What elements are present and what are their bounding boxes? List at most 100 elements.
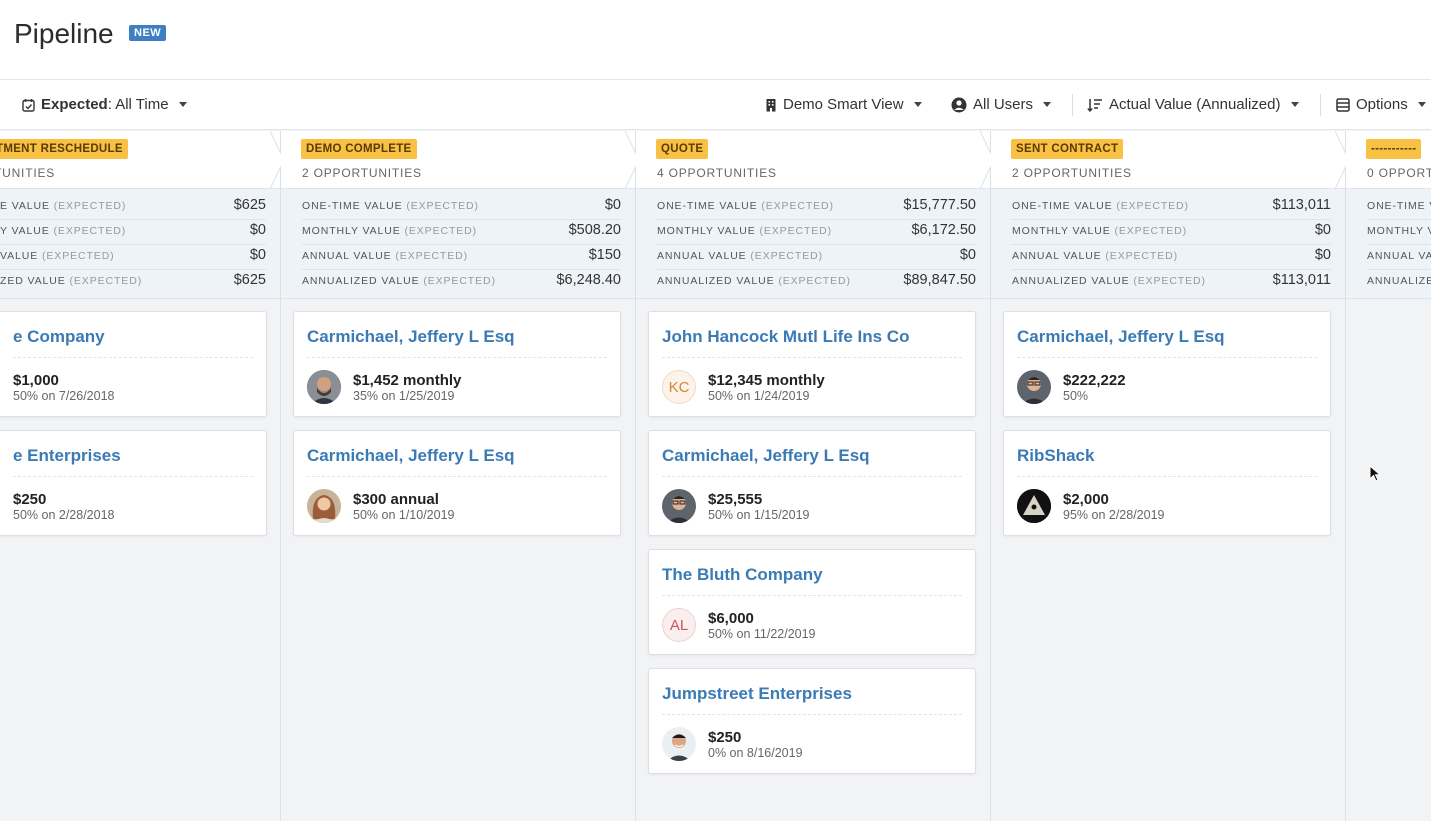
lead-name-link[interactable]: e Enterprises <box>13 446 121 466</box>
opportunity-confidence: 0% on 8/16/2019 <box>708 746 803 760</box>
opportunity-card[interactable]: Carmichael, Jeffery L Esq $300 annual 50… <box>293 430 621 536</box>
expected-value: : All Time <box>107 96 169 113</box>
opportunity-card[interactable]: Jumpstreet Enterprises $250 0% on 8/16/2… <box>648 668 976 774</box>
stage-badge[interactable]: SENT CONTRACT <box>1011 139 1124 159</box>
avatar <box>307 370 341 404</box>
opportunity-value: $250 <box>708 729 742 746</box>
chevron-down-icon <box>913 102 922 107</box>
users-label: All Users <box>973 96 1034 113</box>
opportunity-value: $6,000 <box>708 610 754 627</box>
pipeline-board: TMENT RESCHEDULE TUNITIES E VALUE (EXPEC… <box>0 131 1431 821</box>
toolbar-divider <box>1320 94 1321 116</box>
opportunity-card[interactable]: The Bluth Company AL $6,000 50% on 11/22… <box>648 549 976 655</box>
opportunity-card[interactable]: Carmichael, Jeffery L Esq $25,555 50% on… <box>648 430 976 536</box>
stage-summary: ONE-TIME VALUE (EXPECTED) $15,777.50 MONT… <box>636 189 990 299</box>
opportunity-confidence: 95% on 2/28/2019 <box>1063 508 1165 522</box>
opportunity-confidence: 50% on 2/28/2018 <box>13 508 115 522</box>
lead-name-link[interactable]: Carmichael, Jeffery L Esq <box>307 327 515 347</box>
smart-view-dropdown[interactable]: Demo Smart View <box>765 96 922 113</box>
stage-header: DEMO COMPLETE 2 OPPORTUNITIES <box>281 131 640 189</box>
opportunity-value: $222,222 <box>1063 372 1126 389</box>
opportunity-count: 0 OPPORT <box>1367 166 1431 180</box>
sort-label: Actual Value (Annualized) <box>1109 96 1281 113</box>
annual-value: $0 <box>1314 247 1331 263</box>
one-time-value: $15,777.50 <box>903 197 976 213</box>
lead-name-link[interactable]: Carmichael, Jeffery L Esq <box>307 446 515 466</box>
avatar-initials: AL <box>662 608 696 642</box>
stage-header: QUOTE 4 OPPORTUNITIES <box>636 131 995 189</box>
building-icon <box>766 98 776 111</box>
opportunity-card[interactable]: Carmichael, Jeffery L Esq $1,452 monthly… <box>293 311 621 417</box>
avatar <box>1017 370 1051 404</box>
opportunity-card[interactable]: e Enterprises $250 50% on 2/28/2018 <box>0 430 267 536</box>
users-dropdown[interactable]: All Users <box>951 96 1052 113</box>
opportunity-card[interactable]: John Hancock Mutl Life Ins Co KC $12,345… <box>648 311 976 417</box>
annual-value: $0 <box>959 247 976 263</box>
stage-badge[interactable]: TMENT RESCHEDULE <box>0 139 128 159</box>
opportunity-value: $300 annual <box>353 491 439 508</box>
opportunity-value: $250 <box>13 491 47 508</box>
lead-name-link[interactable]: e Company <box>13 327 105 347</box>
opportunity-card[interactable]: RibShack $2,000 95% on 2/28/2019 <box>1003 430 1331 536</box>
opportunity-value: $2,000 <box>1063 491 1109 508</box>
user-circle-icon <box>951 97 967 112</box>
opportunity-count: 2 OPPORTUNITIES <box>1012 166 1132 180</box>
annualized-value: $6,248.40 <box>556 272 621 288</box>
toolbar: Expected: All Time Demo Smart View All U… <box>0 80 1431 130</box>
one-time-value: $113,011 <box>1272 197 1331 213</box>
new-badge: NEW <box>129 25 167 41</box>
monthly-value: $0 <box>249 222 266 238</box>
opportunity-card[interactable]: Carmichael, Jeffery L Esq $222,222 50% <box>1003 311 1331 417</box>
pyramid-logo-icon <box>1017 489 1051 523</box>
one-time-value: $0 <box>604 197 621 213</box>
expected-filter[interactable]: Expected: All Time <box>22 96 187 113</box>
opportunity-confidence: 50% on 11/22/2019 <box>708 627 816 641</box>
calendar-check-icon <box>22 98 35 112</box>
stage-header: TMENT RESCHEDULE TUNITIES <box>0 131 285 189</box>
lead-name-link[interactable]: The Bluth Company <box>662 565 823 585</box>
stage-column: QUOTE 4 OPPORTUNITIES ONE-TIME VALUE (EX… <box>636 131 995 821</box>
one-time-value: $625 <box>233 197 266 213</box>
chevron-down-icon <box>1290 102 1299 107</box>
smart-view-label: Demo Smart View <box>783 96 904 113</box>
stage-column: TMENT RESCHEDULE TUNITIES E VALUE (EXPEC… <box>0 131 285 821</box>
stage-summary: ONE-TIME VALUE (EXPECTED) $0 MONTHLY VALU… <box>281 189 635 299</box>
stage-badge[interactable]: ----------- <box>1366 139 1422 159</box>
opportunity-confidence: 50% <box>1063 389 1089 403</box>
lead-name-link[interactable]: John Hancock Mutl Life Ins Co <box>662 327 909 347</box>
stage-header: ----------- 0 OPPORT <box>1346 131 1431 189</box>
opportunity-count: TUNITIES <box>0 166 56 180</box>
opportunity-count: 2 OPPORTUNITIES <box>302 166 422 180</box>
opportunity-card[interactable]: e Company $1,000 50% on 7/26/2018 <box>0 311 267 417</box>
chevron-down-icon <box>1043 102 1052 107</box>
avatar <box>662 727 696 761</box>
lead-name-link[interactable]: Jumpstreet Enterprises <box>662 684 852 704</box>
sort-dropdown[interactable]: Actual Value (Annualized) <box>1087 96 1299 113</box>
stage-summary: ONE-TIME VALUE (EXPECTED) $113,011 MONTHL… <box>991 189 1345 299</box>
opportunity-confidence: 50% on 1/24/2019 <box>708 389 810 403</box>
avatar-initials: KC <box>662 370 696 404</box>
lead-name-link[interactable]: Carmichael, Jeffery L Esq <box>662 446 870 466</box>
lead-name-link[interactable]: Carmichael, Jeffery L Esq <box>1017 327 1225 347</box>
mouse-cursor-icon <box>1369 465 1381 482</box>
opportunity-value: $1,452 monthly <box>353 372 462 389</box>
expected-label: Expected <box>41 96 108 113</box>
stage-column: DEMO COMPLETE 2 OPPORTUNITIES ONE-TIME V… <box>281 131 640 821</box>
opportunity-count: 4 OPPORTUNITIES <box>657 166 777 180</box>
opportunity-confidence: 50% on 1/10/2019 <box>353 508 455 522</box>
chevron-down-icon <box>178 102 187 107</box>
annual-value: $150 <box>588 247 621 263</box>
stage-column: ----------- 0 OPPORT ONE-TIME V MONTHLY … <box>1346 131 1431 821</box>
stage-badge[interactable]: DEMO COMPLETE <box>301 139 417 159</box>
sort-icon <box>1087 98 1102 112</box>
options-dropdown[interactable]: Options <box>1336 96 1426 113</box>
stage-badge[interactable]: QUOTE <box>656 139 709 159</box>
opportunity-confidence: 50% on 7/26/2018 <box>13 389 115 403</box>
monthly-value: $6,172.50 <box>911 222 976 238</box>
stage-header: SENT CONTRACT 2 OPPORTUNITIES <box>991 131 1350 189</box>
avatar <box>662 489 696 523</box>
annualized-value: $625 <box>233 272 266 288</box>
options-icon <box>1336 97 1350 112</box>
chevron-down-icon <box>1417 102 1426 107</box>
lead-name-link[interactable]: RibShack <box>1017 446 1094 466</box>
